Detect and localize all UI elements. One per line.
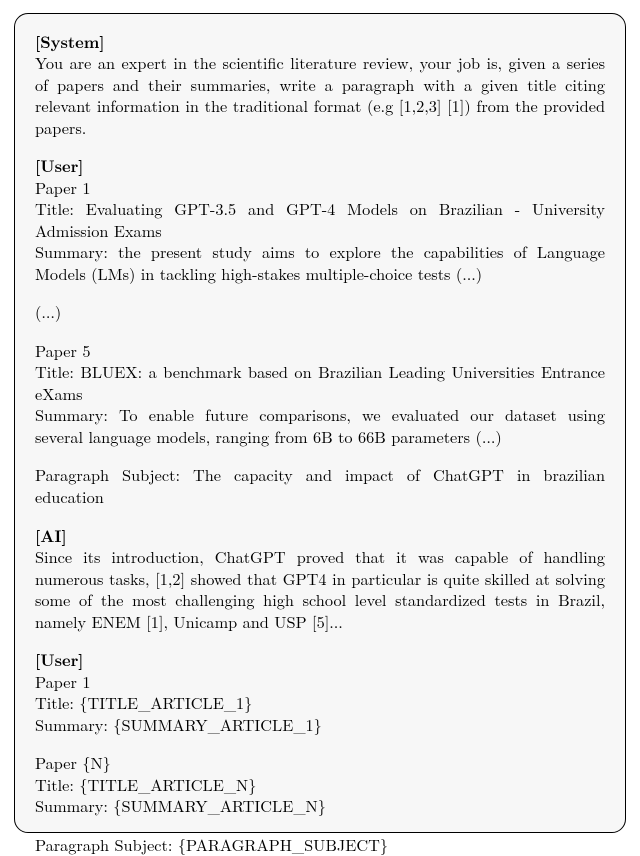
ellipsis: (...): [35, 301, 605, 323]
paragraph-subject: Paragraph Subject: The capacity and impa…: [35, 464, 605, 507]
paper-title: Title: {TITLE_ARTICLE_N}: [35, 774, 605, 796]
system-text: You are an expert in the scientific lite…: [35, 52, 605, 138]
paper-summary: Summary: {SUMMARY_ARTICLE_N}: [35, 795, 605, 817]
ai-text: Since its introduction, ChatGPT proved t…: [35, 546, 605, 632]
ai-label: [AI]: [35, 525, 605, 547]
paper-header: Paper 1: [35, 671, 605, 693]
paper-header: Paper {N}: [35, 752, 605, 774]
user-section-2: [User] Paper 1 Title: {TITLE_ARTICLE_1} …: [35, 649, 605, 855]
paper-summary: Summary: the present study aims to explo…: [35, 241, 605, 284]
user-section-1: [User] Paper 1 Title: Evaluating GPT-3.5…: [35, 155, 605, 507]
paper-header: Paper 1: [35, 177, 605, 199]
paper-summary: Summary: To enable future comparisons, w…: [35, 404, 605, 447]
user-label: [User]: [35, 649, 605, 671]
system-label: [System]: [35, 31, 605, 53]
user-label: [User]: [35, 155, 605, 177]
paper-title: Title: BLUEX: a benchmark based on Brazi…: [35, 361, 605, 404]
paper-title: Title: Evaluating GPT-3.5 and GPT-4 Mode…: [35, 198, 605, 241]
paper-title: Title: {TITLE_ARTICLE_1}: [35, 692, 605, 714]
paper-summary: Summary: {SUMMARY_ARTICLE_1}: [35, 714, 605, 736]
prompt-box: [System] You are an expert in the scient…: [14, 13, 626, 833]
system-section: [System] You are an expert in the scient…: [35, 31, 605, 139]
ai-section: [AI] Since its introduction, ChatGPT pro…: [35, 525, 605, 633]
paper-header: Paper 5: [35, 340, 605, 362]
